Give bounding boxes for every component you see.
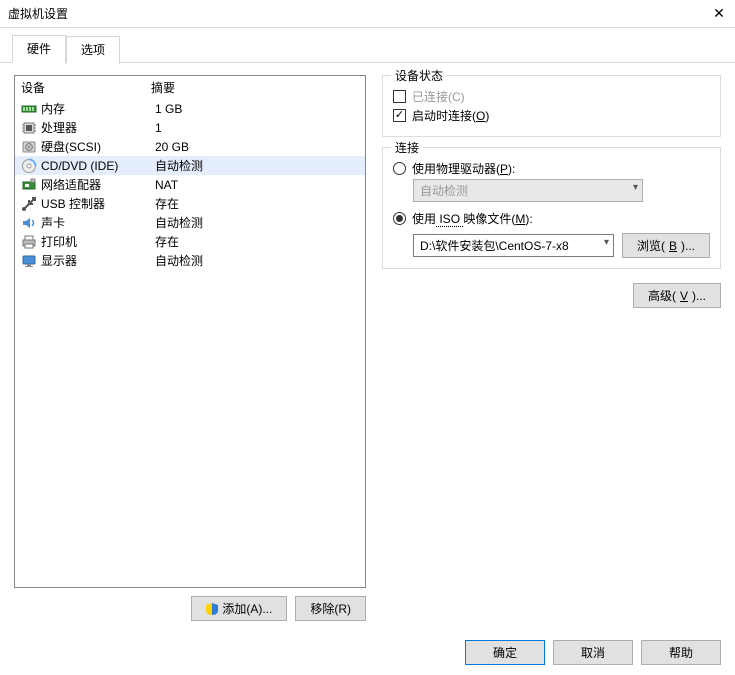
hw-name: 显示器 bbox=[41, 252, 151, 269]
browse-button[interactable]: 浏览(B)... bbox=[622, 233, 710, 258]
use-physical-radio[interactable] bbox=[393, 162, 406, 175]
iso-path-value: D:\软件安装包\CentOS-7-x8 bbox=[420, 239, 569, 253]
hw-row-nic[interactable]: 网络适配器 NAT bbox=[15, 175, 365, 194]
hw-row-cd[interactable]: CD/DVD (IDE) 自动检测 bbox=[15, 156, 365, 175]
hw-row-sound[interactable]: 声卡自动检测 bbox=[15, 213, 365, 232]
tab-options[interactable]: 选项 bbox=[66, 36, 120, 64]
hw-row-memory[interactable]: 内存 1 GB bbox=[15, 99, 365, 118]
display-icon bbox=[21, 253, 37, 269]
printer-icon bbox=[21, 234, 37, 250]
hw-name: 网络适配器 bbox=[41, 176, 151, 193]
use-iso-radio[interactable] bbox=[393, 212, 406, 225]
hw-summary: 自动检测 bbox=[155, 252, 203, 269]
hw-name: 内存 bbox=[41, 100, 151, 117]
hw-summary: 1 GB bbox=[155, 102, 182, 116]
usb-icon bbox=[21, 196, 37, 212]
connection-legend: 连接 bbox=[391, 139, 423, 156]
col-device[interactable]: 设备 bbox=[21, 79, 151, 96]
hw-summary: 存在 bbox=[155, 195, 179, 212]
device-status-group: 设备状态 已连接(C) 启动时连接(O) bbox=[382, 75, 721, 137]
add-button-label: 添加(A)... bbox=[222, 600, 272, 617]
remove-button[interactable]: 移除(R) bbox=[295, 596, 366, 621]
cd-icon bbox=[21, 158, 37, 174]
help-button[interactable]: 帮助 bbox=[641, 640, 721, 665]
connection-group: 连接 使用物理驱动器(P): 自动检测 使用 ISO 映像文件(M): D:\软… bbox=[382, 147, 721, 269]
nic-icon bbox=[21, 177, 37, 193]
connect-poweron-checkbox[interactable] bbox=[393, 109, 406, 122]
device-status-legend: 设备状态 bbox=[391, 67, 447, 84]
shield-icon bbox=[206, 603, 218, 615]
tab-hardware[interactable]: 硬件 bbox=[12, 35, 66, 63]
hw-name: 打印机 bbox=[41, 233, 151, 250]
hw-summary: 自动检测 bbox=[155, 157, 203, 174]
physical-drive-value: 自动检测 bbox=[420, 184, 468, 198]
hw-row-display[interactable]: 显示器自动检测 bbox=[15, 251, 365, 270]
memory-icon bbox=[21, 101, 37, 117]
hw-name: 硬盘(SCSI) bbox=[41, 138, 151, 155]
ok-button[interactable]: 确定 bbox=[465, 640, 545, 665]
connected-label: 已连接(C) bbox=[412, 88, 465, 105]
footer-buttons: 确定 取消 帮助 bbox=[0, 633, 735, 675]
hw-name: 声卡 bbox=[41, 214, 151, 231]
use-iso-label: 使用 ISO 映像文件(M): bbox=[412, 210, 533, 227]
hw-summary: 1 bbox=[155, 121, 162, 135]
hw-summary: 自动检测 bbox=[155, 214, 203, 231]
add-button[interactable]: 添加(A)... bbox=[191, 596, 287, 621]
physical-drive-select: 自动检测 bbox=[413, 179, 643, 202]
device-list-headers: 设备 摘要 bbox=[15, 76, 365, 99]
cpu-icon bbox=[21, 120, 37, 136]
titlebar: 虚拟机设置 ✕ bbox=[0, 0, 735, 28]
advanced-button[interactable]: 高级(V)... bbox=[633, 283, 721, 308]
hw-row-cpu[interactable]: 处理器 1 bbox=[15, 118, 365, 137]
connected-checkbox bbox=[393, 90, 406, 103]
hw-summary: NAT bbox=[155, 178, 178, 192]
hw-name: USB 控制器 bbox=[41, 195, 151, 212]
iso-path-combo[interactable]: D:\软件安装包\CentOS-7-x8 bbox=[413, 234, 614, 257]
device-list: 设备 摘要 内存 1 GB 处理器 1 硬盘(SCSI) 20 GB CD/DVD (IDE… bbox=[14, 75, 366, 588]
hw-summary: 存在 bbox=[155, 233, 179, 250]
cancel-button[interactable]: 取消 bbox=[553, 640, 633, 665]
hw-row-hdd[interactable]: 硬盘(SCSI) 20 GB bbox=[15, 137, 365, 156]
col-summary[interactable]: 摘要 bbox=[151, 79, 175, 96]
hw-name: CD/DVD (IDE) bbox=[41, 159, 151, 173]
window-title: 虚拟机设置 bbox=[8, 5, 68, 22]
use-physical-label: 使用物理驱动器(P): bbox=[412, 160, 515, 177]
hw-row-printer[interactable]: 打印机存在 bbox=[15, 232, 365, 251]
sound-icon bbox=[21, 215, 37, 231]
hw-name: 处理器 bbox=[41, 119, 151, 136]
close-icon[interactable]: ✕ bbox=[711, 6, 727, 22]
hw-row-usb[interactable]: USB 控制器存在 bbox=[15, 194, 365, 213]
hdd-icon bbox=[21, 139, 37, 155]
tab-row: 硬件 选项 bbox=[0, 34, 735, 63]
connect-poweron-label: 启动时连接(O) bbox=[412, 107, 489, 124]
hw-summary: 20 GB bbox=[155, 140, 189, 154]
